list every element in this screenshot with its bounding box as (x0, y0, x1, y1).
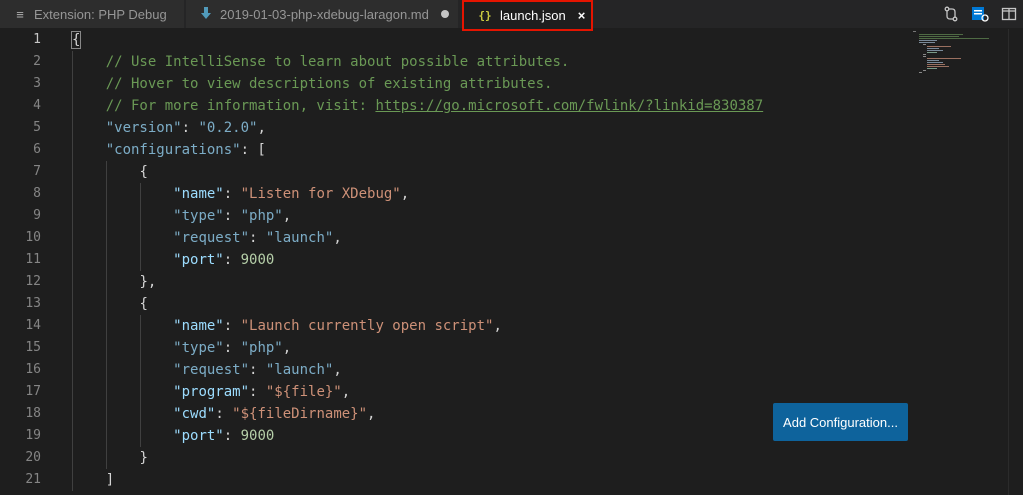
json-key: "type" (173, 208, 224, 224)
editor-actions (936, 0, 1023, 28)
code-line: "program": "${file}", (72, 381, 913, 403)
line-number: 6 (33, 142, 41, 157)
json-value: "php" (240, 208, 283, 224)
line-number: 21 (25, 472, 41, 487)
code-line: "request": "launch", (72, 227, 913, 249)
line-number: 5 (33, 120, 41, 135)
line-number-gutter: 1 2 3 4 5 6 7 8 9 10 11 12 13 14 15 16 1… (0, 29, 50, 491)
line-number: 11 (25, 252, 41, 267)
json-number: 9000 (240, 428, 275, 444)
line-number: 17 (25, 384, 41, 399)
line-number: 10 (25, 230, 41, 245)
matched-bracket: { (70, 31, 82, 49)
code-line: "version": "0.2.0", (72, 117, 913, 139)
editor-tab-bar: ≡ Extension: PHP Debug 2019-01-03-php-xd… (0, 0, 1023, 31)
code-line: // For more information, visit: https://… (72, 95, 913, 117)
open-changes-icon[interactable] (939, 4, 962, 24)
json-key: "port" (173, 252, 224, 268)
line-number: 19 (25, 428, 41, 443)
line-number: 12 (25, 274, 41, 289)
json-string: "${fileDirname}" (232, 406, 368, 422)
tab-extension-php-debug[interactable]: ≡ Extension: PHP Debug (0, 0, 185, 28)
json-braces-icon: {} (478, 9, 492, 22)
json-value: "0.2.0" (198, 120, 258, 136)
punctuation: }, (139, 274, 157, 290)
vertical-scrollbar[interactable] (1008, 29, 1023, 495)
split-editor-icon[interactable] (997, 4, 1020, 24)
code-line: "request": "launch", (72, 359, 913, 381)
code-line: { (72, 293, 913, 315)
punctuation: : [ (240, 142, 266, 158)
json-key: "port" (173, 428, 224, 444)
code-line: }, (72, 271, 913, 293)
json-value: "launch" (265, 230, 334, 246)
punctuation: } (139, 450, 148, 466)
close-tab-icon[interactable]: × (578, 8, 586, 23)
line-number: 15 (25, 340, 41, 355)
code-line: { (72, 161, 913, 183)
line-number: 1 (33, 32, 41, 47)
line-number: 8 (33, 186, 41, 201)
tab-label: launch.json (500, 8, 566, 23)
json-key: "request" (173, 230, 250, 246)
comment: // For more information, visit: (105, 98, 376, 114)
code-line: // Hover to view descriptions of existin… (72, 73, 913, 95)
json-key: "configurations" (105, 142, 241, 158)
line-number: 7 (33, 164, 41, 179)
punctuation: { (139, 296, 148, 312)
line-number: 18 (25, 406, 41, 421)
line-number: 20 (25, 450, 41, 465)
docs-link[interactable]: https://go.microsoft.com/fwlink/?linkid=… (375, 98, 763, 114)
punctuation: ] (105, 472, 115, 488)
line-number: 13 (25, 296, 41, 311)
add-configuration-button[interactable]: Add Configuration... (773, 403, 908, 441)
download-arrow-icon (198, 6, 214, 22)
tab-launch-json[interactable]: {} launch.json × (462, 0, 593, 31)
tab-markdown-file[interactable]: 2019-01-03-php-xdebug-laragon.md (186, 0, 458, 28)
json-value: "php" (240, 340, 283, 356)
line-number: 14 (25, 318, 41, 333)
json-number: 9000 (240, 252, 275, 268)
tab-label: 2019-01-03-php-xdebug-laragon.md (220, 6, 429, 22)
code-line: "configurations": [ (72, 139, 913, 161)
json-string: "${file}" (265, 384, 342, 400)
json-key: "version" (105, 120, 182, 136)
code-line: ] (72, 469, 913, 491)
line-number: 2 (33, 54, 41, 69)
json-key: "name" (173, 186, 224, 202)
json-key: "type" (173, 340, 224, 356)
punctuation: { (139, 164, 148, 180)
json-string: "Launch currently open script" (240, 318, 494, 334)
line-number: 9 (33, 208, 41, 223)
comment: // Hover to view descriptions of existin… (105, 76, 553, 92)
line-number: 16 (25, 362, 41, 377)
code-line: "port": 9000 (72, 249, 913, 271)
open-preview-icon[interactable] (968, 4, 991, 24)
json-key: "name" (173, 318, 224, 334)
code-line: } (72, 447, 913, 469)
code-line: "type": "php", (72, 205, 913, 227)
json-string: "Listen for XDebug" (240, 186, 401, 202)
json-key: "program" (173, 384, 250, 400)
json-key: "cwd" (173, 406, 216, 422)
code-line: // Use IntelliSense to learn about possi… (72, 51, 913, 73)
code-line: "name": "Listen for XDebug", (72, 183, 913, 205)
line-number: 4 (33, 98, 41, 113)
minimap[interactable] (913, 31, 995, 75)
code-line: { (70, 29, 913, 51)
json-key: "request" (173, 362, 250, 378)
comment: // Use IntelliSense to learn about possi… (105, 54, 570, 70)
tab-label: Extension: PHP Debug (34, 6, 167, 22)
unsaved-dot-icon[interactable] (440, 10, 449, 18)
code-line: "type": "php", (72, 337, 913, 359)
line-number: 3 (33, 76, 41, 91)
menu-lines-icon: ≡ (16, 6, 24, 22)
json-value: "launch" (265, 362, 334, 378)
code-line: "name": "Launch currently open script", (72, 315, 913, 337)
